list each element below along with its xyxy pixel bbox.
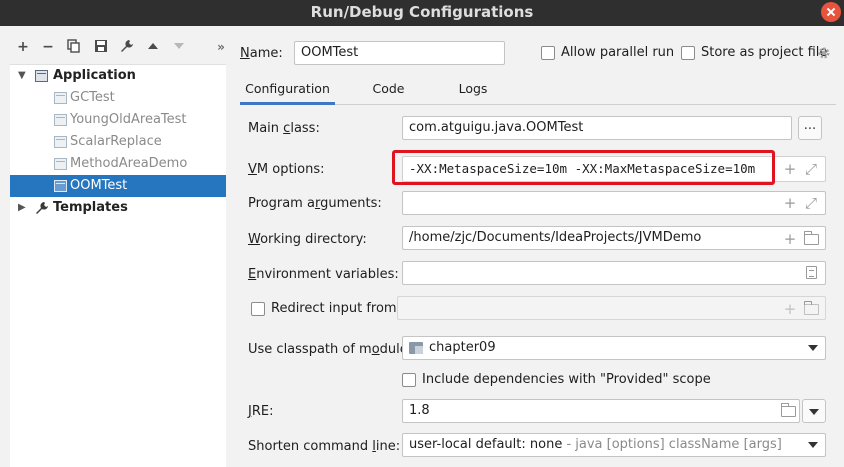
move-up-icon[interactable] [145,39,161,55]
store-as-project-file-label: Store as project file [701,45,828,60]
store-as-project-file-checkbox[interactable] [681,46,695,60]
shorten-command-line-value: user-local default: none [409,437,563,452]
working-directory-label: Working directory: [248,232,367,247]
folder-icon[interactable] [781,403,796,417]
tree-toolbar: + − » [0,26,232,64]
environment-variables-field[interactable] [402,261,826,285]
plus-icon[interactable]: + [783,232,797,247]
tab-code-coverage[interactable]: Code Coverage [342,74,435,126]
name-label: Name: [240,46,283,61]
chevron-down-icon[interactable] [808,442,818,448]
redirect-input-checkbox[interactable] [251,302,265,316]
tree-item-oomtest[interactable]: OOMTest [10,175,226,197]
tree-item-label: OOMTest [70,178,128,193]
include-provided-label: Include dependencies with "Provided" sco… [422,372,711,387]
tree-node-templates[interactable]: ▶ Templates [10,197,226,219]
shorten-command-line-select[interactable]: user-local default: none - java [options… [402,433,826,457]
shorten-command-line-hint: - java [options] className [args] [562,437,782,452]
application-icon [54,158,67,170]
copy-icon[interactable] [66,39,82,55]
chevron-down-icon[interactable] [808,345,818,351]
wrench-icon[interactable] [119,39,135,55]
application-icon [54,114,67,126]
jre-dropdown-button[interactable] [802,399,826,423]
application-icon [54,92,67,104]
application-icon [35,70,48,82]
plus-icon[interactable]: + [783,196,797,211]
main-class-label: Main class: [248,121,320,136]
tree-item-label: YoungOldAreaTest [70,112,187,127]
chevron-down-icon [809,409,819,415]
tree-item-label: ScalarReplace [70,134,162,149]
move-down-icon [171,39,187,55]
shorten-command-line-label: Shorten command line: [248,439,401,454]
jre-field[interactable]: 1.8 [402,399,800,423]
close-icon[interactable] [821,2,841,22]
tab-configuration[interactable]: Configuration [240,74,335,105]
working-directory-field[interactable]: /home/zjc/Documents/IdeaProjects/JVMDemo [402,226,826,250]
tree-item-methodareademo[interactable]: MethodAreaDemo [10,153,226,175]
tree-node-application[interactable]: ▼ Application [10,65,226,87]
redirect-input-field [397,296,826,320]
configuration-tree-panel: + − » ▼ Application GCTest YoungOldAreaT… [0,26,232,467]
plus-icon[interactable]: + [15,39,31,55]
chevron-down-icon[interactable]: ▼ [18,65,26,87]
tree-item-gctest[interactable]: GCTest [10,87,226,109]
application-icon [54,136,67,148]
gear-icon[interactable] [817,46,831,60]
classpath-module-label: Use classpath of module: [248,342,413,357]
configuration-details-panel: Name: OOMTest Allow parallel run Store a… [232,26,844,467]
plus-icon[interactable]: + [783,162,797,177]
redirect-input-label: Redirect input from: [271,301,401,316]
folder-icon [804,301,819,315]
environment-variables-label: Environment variables: [248,267,399,282]
classpath-module-select[interactable]: chapter09 [402,336,826,360]
program-arguments-field[interactable] [402,191,826,215]
notes-icon[interactable] [806,266,817,279]
tree-node-label: Application [53,68,136,83]
folder-icon[interactable] [804,231,819,245]
title-bar: Run/Debug Configurations [0,0,844,26]
tab-logs[interactable]: Logs [448,74,498,105]
expand-icon[interactable]: » [213,39,229,55]
expand-field-icon[interactable]: ⤢ [804,162,818,177]
chevron-right-icon[interactable]: ▶ [18,197,26,219]
main-class-field[interactable]: com.atguigu.java.OOMTest [402,116,792,140]
tree-item-scalarreplace[interactable]: ScalarReplace [10,131,226,153]
include-provided-checkbox[interactable] [402,373,416,387]
tab-bar: Configuration Code Coverage Logs [240,74,836,126]
expand-field-icon[interactable]: ⤢ [804,196,818,211]
jre-label: JRE: [248,404,274,419]
wrench-icon [35,201,49,215]
tree-item-label: GCTest [70,90,115,105]
save-icon[interactable] [93,39,109,55]
program-arguments-label: Program arguments: [248,196,382,211]
application-icon [54,180,67,192]
allow-parallel-run-label: Allow parallel run [561,45,675,60]
tree-node-label: Templates [53,200,128,215]
name-field[interactable]: OOMTest [294,41,505,65]
plus-icon: + [783,300,797,318]
minus-icon[interactable]: − [40,39,56,55]
allow-parallel-run-checkbox[interactable] [541,46,555,60]
vm-options-label: VM options: [248,162,325,177]
window-title: Run/Debug Configurations [310,3,534,21]
configuration-tree: ▼ Application GCTest YoungOldAreaTest Sc… [10,64,226,467]
vm-options-highlight [392,150,775,185]
tree-item-label: MethodAreaDemo [70,156,188,171]
tree-item-youngoldareatest[interactable]: YoungOldAreaTest [10,109,226,131]
module-icon [409,342,423,354]
browse-main-class-button[interactable]: ... [798,116,822,140]
